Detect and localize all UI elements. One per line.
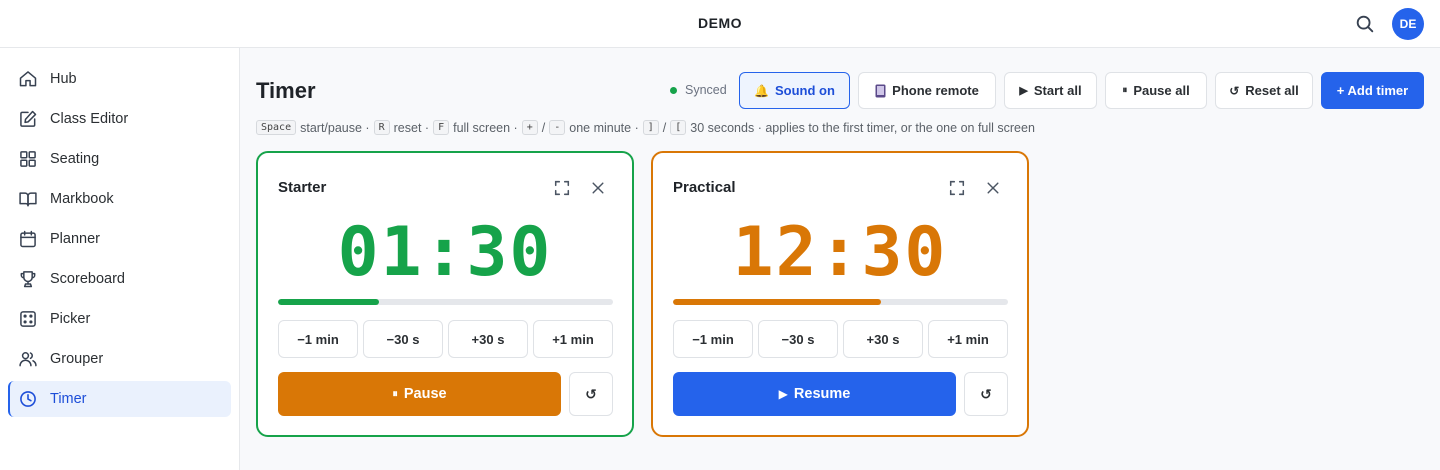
add-timer-button[interactable]: + Add timer [1321,72,1424,109]
sidebar-item-label: Hub [50,71,77,87]
sidebar-item-markbook[interactable]: Markbook [8,181,231,217]
phone-icon [875,84,886,97]
reset-all-label: Reset all [1245,83,1299,98]
page-title: Timer [256,78,316,103]
sync-label: Synced [685,83,727,97]
timer-name: Starter [278,179,327,196]
reset-icon: ↺ [1229,83,1240,98]
fullscreen-icon[interactable] [551,177,573,199]
timer-card: Starter 01:30 −1 min −30 s +30 s +1 min … [256,151,634,437]
fullscreen-icon[interactable] [946,177,968,199]
search-icon[interactable] [1354,13,1376,35]
start-all-label: Start all [1033,83,1082,98]
hint-text: start/pause · [300,120,370,135]
resume-button[interactable]: ▶ Resume [673,372,956,416]
sidebar-item-label: Seating [50,151,100,167]
hint-text: full screen · [453,120,518,135]
close-icon[interactable] [982,177,1004,199]
avatar[interactable]: DE [1392,8,1424,40]
reset-icon: ↺ [980,385,992,402]
pause-all-label: Pause all [1133,83,1190,98]
play-icon: ▶ [1019,85,1028,97]
sidebar-item-label: Class Editor [50,111,129,127]
top-bar: DEMO DE [0,0,1440,48]
sidebar-item-grouper[interactable]: Grouper [8,341,231,377]
play-icon: ▶ [778,387,788,401]
clock-icon [20,391,36,407]
reset-all-button[interactable]: ↺ Reset all [1215,72,1313,109]
sync-status: Synced [670,83,727,97]
kbd-close-bracket: ] [642,120,659,135]
sync-dot-icon [670,86,677,94]
kbd-minus: - [549,120,566,135]
hint-text: one minute · [569,120,639,135]
plus-30-s-button[interactable]: +30 s [843,320,923,358]
sidebar-item-label: Planner [50,231,100,247]
timer-display: 01:30 [337,213,553,292]
sidebar-item-class-editor[interactable]: Class Editor [8,101,231,137]
keyboard-hints: Space start/pause · R reset · F full scr… [256,120,1035,135]
timer-progress-fill [673,299,881,305]
reset-icon: ↺ [585,385,597,402]
kbd-space: Space [256,120,297,135]
timer-card: Practical 12:30 −1 min −30 s +30 s +1 mi… [651,151,1029,437]
start-all-button[interactable]: ▶ Start all [1004,72,1097,109]
close-icon[interactable] [587,177,609,199]
minus-1-min-button[interactable]: −1 min [278,320,358,358]
pause-icon: ⏸ [1122,85,1128,96]
sound-toggle-button[interactable]: 🔔 Sound on [739,72,850,109]
hint-text: reset · [393,120,430,135]
timer-name: Practical [673,179,736,196]
pause-icon: ⏸ [392,387,398,400]
sidebar-item-label: Picker [50,311,91,327]
sound-label: Sound on [775,83,835,98]
sidebar-item-picker[interactable]: Picker [8,301,231,337]
sidebar: Hub Class Editor Seating Markbook Planne… [0,48,240,470]
dice-icon [20,311,36,327]
sidebar-item-label: Markbook [50,191,114,207]
home-icon [19,71,37,87]
timer-progress-bar [673,299,1008,305]
kbd-open-bracket: [ [670,120,687,135]
timer-progress-fill [278,299,379,305]
kbd-plus: + [521,120,538,135]
pause-button[interactable]: ⏸ Pause [278,372,561,416]
minus-1-min-button[interactable]: −1 min [673,320,753,358]
reset-timer-button[interactable]: ↺ [964,372,1008,416]
trophy-icon [20,271,36,288]
sidebar-item-timer[interactable]: Timer [8,381,231,417]
pause-all-button[interactable]: ⏸ Pause all [1105,72,1207,109]
timer-display: 12:30 [732,213,948,292]
calendar-icon [20,230,36,248]
reset-timer-button[interactable]: ↺ [569,372,613,416]
book-icon [19,192,37,207]
phone-remote-button[interactable]: Phone remote [858,72,996,109]
plus-30-s-button[interactable]: +30 s [448,320,528,358]
plus-1-min-button[interactable]: +1 min [928,320,1008,358]
pause-label: Pause [403,386,447,402]
edit-icon [20,110,37,127]
kbd-r: R [373,120,390,135]
sidebar-item-hub[interactable]: Hub [8,61,231,97]
users-icon [19,352,37,367]
sidebar-item-seating[interactable]: Seating [8,141,231,177]
phone-remote-label: Phone remote [892,83,979,98]
app-title: DEMO [698,15,742,31]
sidebar-item-label: Timer [50,391,87,407]
resume-label: Resume [793,386,851,402]
sidebar-item-scoreboard[interactable]: Scoreboard [8,261,231,297]
sidebar-item-planner[interactable]: Planner [8,221,231,257]
plus-1-min-button[interactable]: +1 min [533,320,613,358]
sidebar-item-label: Grouper [50,351,104,367]
kbd-f: F [433,120,450,135]
sidebar-item-label: Scoreboard [50,271,125,287]
hint-text: / [662,120,667,135]
timer-progress-bar [278,299,613,305]
hint-text: 30 seconds · applies to the first timer,… [690,120,1035,135]
bell-icon: 🔔 [754,83,769,98]
minus-30-s-button[interactable]: −30 s [758,320,838,358]
minus-30-s-button[interactable]: −30 s [363,320,443,358]
hint-text: / [541,120,546,135]
grid-icon [20,151,36,167]
